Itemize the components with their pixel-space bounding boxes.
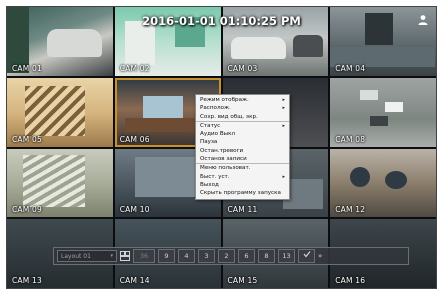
split-2-button[interactable]: 2	[218, 249, 235, 263]
camera-label: CAM 15	[227, 276, 258, 285]
user-icon[interactable]	[417, 14, 429, 26]
camera-tile-12[interactable]: CAM 12	[330, 148, 436, 218]
menu-item-layout[interactable]: Располож. ▸	[196, 104, 289, 112]
menu-item-logout[interactable]: Выход	[196, 181, 289, 189]
camera-label: CAM 13	[12, 276, 42, 285]
camera-label: CAM 10	[119, 205, 150, 215]
camera-label: CAM 08	[335, 134, 366, 144]
camera-tile-05[interactable]: CAM 05	[7, 77, 113, 147]
menu-item-hide-launcher[interactable]: Скрыть программу запуска	[196, 189, 289, 197]
split-6-button[interactable]: 6	[238, 249, 255, 263]
split-13-button[interactable]: 13	[278, 249, 295, 263]
camera-label: CAM 04	[335, 63, 366, 73]
split-3-button[interactable]: 3	[198, 249, 215, 263]
menu-item-display-mode[interactable]: Режим отображ. ▸	[196, 96, 289, 104]
camera-label: CAM 11	[227, 205, 258, 215]
confirm-icon[interactable]	[298, 249, 315, 263]
menu-item-stop-recording[interactable]: Останов записи	[196, 155, 289, 163]
camera-label: CAM 12	[335, 205, 366, 215]
split-4-button[interactable]: 4	[178, 249, 195, 263]
menu-item-audio-off[interactable]: Аудио Выкл	[196, 130, 289, 138]
layout-manage-icon[interactable]	[120, 251, 130, 261]
camera-label: CAM 02	[119, 63, 150, 73]
split-9-button[interactable]: 9	[158, 249, 175, 263]
expand-arrow-icon[interactable]: »	[318, 252, 322, 260]
layout-select[interactable]: Layout 01 ▾	[57, 250, 117, 262]
menu-item-user-menu[interactable]: Меню пользоват.	[196, 163, 289, 172]
camera-label: CAM 14	[119, 276, 150, 285]
chevron-down-icon: ▾	[110, 253, 113, 259]
camera-label: CAM 03	[227, 63, 258, 73]
launcher-control-bar: Layout 01 ▾ 36 9 4 3 2 6 8 13 »	[53, 247, 409, 265]
split-8-button[interactable]: 8	[258, 249, 275, 263]
camera-label: CAM 05	[12, 134, 42, 144]
submenu-arrow-icon: ▸	[282, 105, 285, 112]
submenu-arrow-icon: ▸	[282, 122, 285, 129]
menu-item-status[interactable]: Статус ▸	[196, 120, 289, 130]
menu-item-pause[interactable]: Пауза	[196, 138, 289, 146]
camera-label: CAM 01	[12, 63, 42, 73]
datetime-overlay: 2016-01-01 01:10:25 PM	[142, 14, 301, 28]
dvr-live-view-screen: CAM 01 CAM 02 CAM 03 CAM 04 CAM 05 CAM 0…	[6, 6, 437, 289]
submenu-arrow-icon: ▸	[282, 97, 285, 103]
camera-label: CAM 16	[335, 276, 366, 285]
submenu-arrow-icon: ▸	[282, 173, 285, 180]
camera-tile-08[interactable]: CAM 08	[330, 77, 436, 147]
camera-label: CAM 06	[119, 134, 150, 144]
menu-item-quick-setup[interactable]: Быст. уст. ▸	[196, 173, 289, 181]
camera-label: CAM 09	[12, 205, 42, 215]
split-36-button[interactable]: 36	[133, 249, 155, 263]
menu-item-save-screen-view[interactable]: Сохр. вид общ. экр.	[196, 113, 289, 121]
menu-item-stop-alarm[interactable]: Остан.тревоги	[196, 147, 289, 155]
camera-tile-09[interactable]: CAM 09	[7, 148, 113, 218]
context-menu: Режим отображ. ▸ Располож. ▸ Сохр. вид общ…	[195, 94, 290, 200]
